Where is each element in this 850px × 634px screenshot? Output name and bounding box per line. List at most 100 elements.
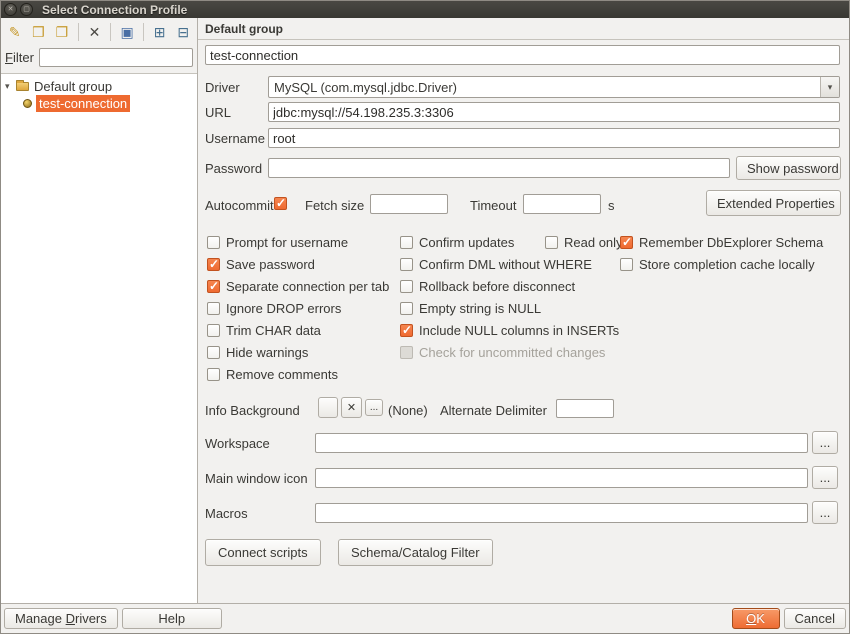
checkbox-label: Remember DbExplorer Schema: [639, 235, 823, 250]
tree-item-test-connection[interactable]: test-connection: [1, 95, 197, 112]
chevron-down-icon[interactable]: ▾: [820, 77, 839, 97]
info-background-clear-button[interactable]: ✕: [341, 397, 362, 418]
checkbox-option[interactable]: Empty string is NULL: [400, 297, 619, 319]
save-icon[interactable]: ▣: [116, 21, 138, 43]
new-group-icon[interactable]: ❒: [28, 21, 50, 43]
new-profile-icon[interactable]: ✎: [4, 21, 26, 43]
info-background-label: Info Background: [205, 403, 300, 418]
profile-toolbar: ✎ ❒ ❐ ✕ ▣ ⊞ ⊟: [1, 18, 197, 46]
password-input[interactable]: [268, 158, 730, 178]
connect-scripts-button[interactable]: Connect scripts: [205, 539, 321, 566]
checkbox-option[interactable]: Rollback before disconnect: [400, 275, 619, 297]
workspace-input[interactable]: [315, 433, 808, 453]
connection-options: Prompt for username Save password Separa…: [198, 231, 849, 389]
group-header: Default group: [205, 22, 283, 36]
extended-properties-button[interactable]: Extended Properties: [706, 190, 841, 216]
autocommit-checkbox[interactable]: [274, 192, 287, 214]
checkbox-box: [207, 324, 220, 337]
alternate-delimiter-input[interactable]: [556, 399, 614, 418]
checkbox-box: [400, 236, 413, 249]
expand-groups-icon[interactable]: ⊞: [149, 21, 171, 43]
show-password-button[interactable]: Show password: [736, 156, 841, 180]
ok-button[interactable]: OK: [732, 608, 780, 629]
manage-drivers-button[interactable]: Manage Drivers: [4, 608, 118, 629]
fetch-size-label: Fetch size: [305, 198, 364, 213]
checkbox-option[interactable]: Store completion cache locally: [620, 253, 823, 275]
checkbox-box: [207, 236, 220, 249]
username-label: Username: [205, 131, 265, 146]
checkbox-label: Prompt for username: [226, 235, 348, 250]
tree-expander-icon[interactable]: ▾: [5, 81, 16, 92]
schema-catalog-filter-button[interactable]: Schema/Catalog Filter: [338, 539, 493, 566]
url-input[interactable]: [268, 102, 840, 122]
profile-list-panel: ✎ ❒ ❐ ✕ ▣ ⊞ ⊟ Filter: [1, 18, 198, 603]
fetch-size-input[interactable]: [370, 194, 448, 214]
dialog-button-bar: Manage Drivers Help OK Cancel: [1, 603, 849, 633]
help-button[interactable]: Help: [122, 608, 222, 629]
cancel-button[interactable]: Cancel: [784, 608, 846, 629]
checkbox-box: [207, 346, 220, 359]
filter-input[interactable]: [39, 48, 193, 67]
macros-input[interactable]: [315, 503, 808, 523]
checkbox-box: [274, 197, 287, 210]
workspace-browse-button[interactable]: ...: [812, 431, 838, 454]
checkbox-option[interactable]: Ignore DROP errors: [207, 297, 389, 319]
checkbox-label: Remove comments: [226, 367, 338, 382]
toolbar-icon-glyph: ❒: [32, 25, 45, 39]
read-only-checkbox[interactable]: Read only: [545, 231, 623, 253]
delete-profile-icon[interactable]: ✕: [84, 21, 106, 43]
window-restore-icon[interactable]: ▢: [20, 3, 33, 16]
checkbox-box: [207, 258, 220, 271]
profile-tree[interactable]: ▾ Default group test-connection: [1, 73, 197, 603]
profile-editor-panel: Default group Driver MySQL (com.mysql.jd…: [198, 18, 849, 603]
checkbox-option[interactable]: Include NULL columns in INSERTs: [400, 319, 619, 341]
titlebar[interactable]: ✕ ▢ Select Connection Profile: [1, 1, 849, 18]
tree-group-label: Default group: [34, 79, 112, 94]
dialog-body: ✎ ❒ ❐ ✕ ▣ ⊞ ⊟ Filter: [1, 18, 849, 603]
checkbox-label: Ignore DROP errors: [226, 301, 341, 316]
window-close-icon[interactable]: ✕: [4, 3, 17, 16]
checkbox-option[interactable]: Separate connection per tab: [207, 275, 389, 297]
toolbar-icon-glyph: ⊟: [177, 25, 189, 39]
checkbox-box: [400, 280, 413, 293]
checkbox-label: Empty string is NULL: [419, 301, 541, 316]
copy-profile-icon[interactable]: ❐: [51, 21, 73, 43]
checkbox-box: [400, 258, 413, 271]
toolbar-separator: [78, 23, 79, 41]
checkbox-box: [400, 346, 413, 359]
checkbox-box: [207, 302, 220, 315]
info-background-color-button[interactable]: [318, 397, 338, 418]
main-window-icon-browse-button[interactable]: ...: [812, 466, 838, 489]
checkbox-option[interactable]: Trim CHAR data: [207, 319, 389, 341]
checkbox-option[interactable]: Check for uncommitted changes: [400, 341, 619, 363]
checkbox-label: Confirm DML without WHERE: [419, 257, 592, 272]
timeout-label: Timeout: [470, 198, 516, 213]
checkbox-box: [400, 324, 413, 337]
checkbox-box: [620, 258, 633, 271]
checkbox-label: Separate connection per tab: [226, 279, 389, 294]
checkbox-option[interactable]: Hide warnings: [207, 341, 389, 363]
main-window-icon-input[interactable]: [315, 468, 808, 488]
info-background-browse-button[interactable]: ...: [365, 399, 383, 416]
collapse-groups-icon[interactable]: ⊟: [172, 21, 194, 43]
timeout-input[interactable]: [523, 194, 601, 214]
alternate-delimiter-label: Alternate Delimiter: [440, 403, 547, 418]
toolbar-icon-glyph: ✕: [89, 25, 101, 39]
macros-browse-button[interactable]: ...: [812, 501, 838, 524]
driver-combobox[interactable]: MySQL (com.mysql.jdbc.Driver) ▾: [268, 76, 840, 98]
username-input[interactable]: [268, 128, 840, 148]
checkbox-box: [620, 236, 633, 249]
timeout-unit-label: s: [608, 198, 615, 213]
checkbox-option[interactable]: Remember DbExplorer Schema: [620, 231, 823, 253]
autocommit-label: Autocommit: [205, 198, 274, 213]
profile-name-input[interactable]: [205, 45, 840, 65]
checkbox-option[interactable]: Prompt for username: [207, 231, 389, 253]
tree-group-default-group[interactable]: ▾ Default group: [1, 78, 197, 95]
checkbox-option[interactable]: Save password: [207, 253, 389, 275]
checkbox-option[interactable]: Remove comments: [207, 363, 389, 385]
toolbar-separator: [143, 23, 144, 41]
checkbox-box: [545, 236, 558, 249]
checkbox-option[interactable]: Confirm DML without WHERE: [400, 253, 619, 275]
checkbox-label: Read only: [564, 235, 623, 250]
filter-row: Filter: [1, 46, 197, 73]
